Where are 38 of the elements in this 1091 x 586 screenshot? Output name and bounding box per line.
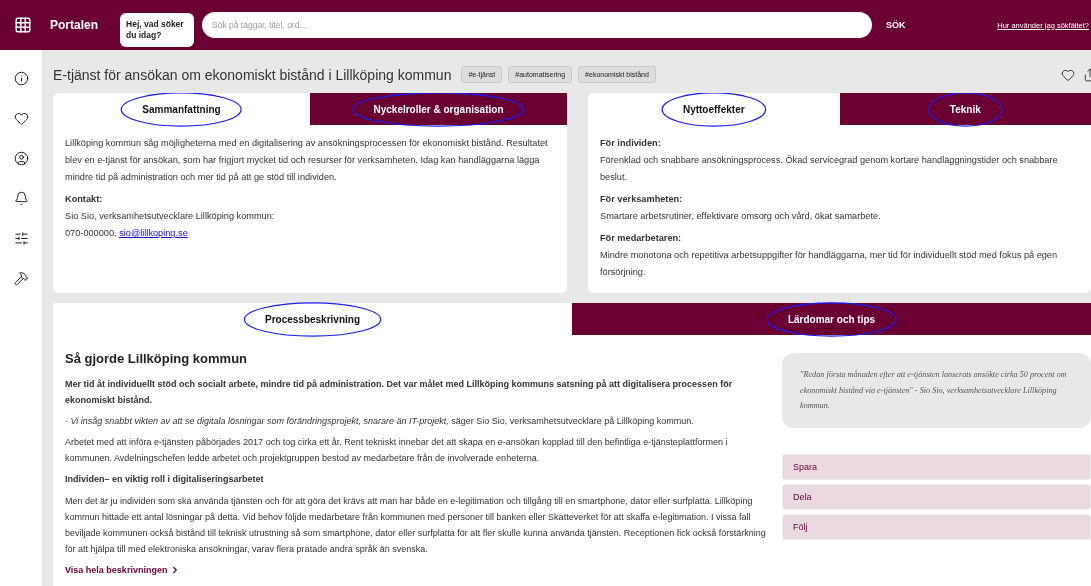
apps-grid-icon[interactable] — [14, 16, 32, 34]
summary-text: Lillköping kommun såg möjligheterna med en digitalisering av ansökningsprocessen för ekonomiskt bistånd. Resultatet blev en e-tjänst för ansökan, som har frigjort mycket tid och resurser för verksamheten. Idag kan handläggarna lägga mindre tid på administration och mer tid på att ge stöd till individen. — [65, 137, 549, 185]
action-button[interactable]: Spara — [782, 453, 1091, 480]
tab[interactable]: Nyckelroller & organisation — [310, 93, 567, 125]
tab[interactable]: Lärdomar och tips — [572, 303, 1091, 336]
action-button[interactable]: Dela — [782, 483, 1091, 510]
section-title: Så gjorde Lillköping kommun — [65, 350, 248, 369]
app-title[interactable]: Portalen — [50, 18, 98, 32]
paragraph: Arbetet med att införa e-tjänsten påbörjades 2017 och tog cirka ett år. Rent tekniskt innebar det att skapa en e-ansökan kopplad till den befintliga e-tjänsteplattformen i kommunen. Avdelningschefen ledde arbetet och projektgruppen bestod av medarbetare från de involverade enheterna. — [65, 436, 729, 466]
section-heading: För medarbetaren: — [600, 232, 683, 246]
heart-icon[interactable] — [1061, 67, 1075, 82]
section-heading: För verksamheten: — [600, 193, 684, 207]
show-more-link[interactable]: Visa hela beskrivningen — [65, 562, 181, 579]
greeting-bubble: Hej, vad söker du idag? — [120, 12, 194, 48]
paragraph: Men det är ju individen som ska använda tjänsten och för att göra det krävs att man har både en e-legitimation och tillgång till en smartphone, dator eller surfplatta. Lillköping kommun hittade ett antal lösningar på detta. Vid behov följde medarbetare från kommunen med personer till banken eller Skatteverket för att skaffa e-legitimation. I vissa fall beviljade kommunen också bistånd till teknisk utrustning så som smartphone, dator eller surfplatta för att fler skulle kunna använda tjänsten. Receptionen fick också förstärkning för att hjälpa till med elektroniska ansökningar, varav flera pratade andra språk än svenska. — [65, 494, 767, 557]
tab[interactable]: Teknik — [839, 93, 1091, 125]
heart-icon[interactable] — [13, 111, 29, 126]
info-icon[interactable] — [13, 71, 29, 86]
user-icon[interactable] — [13, 151, 29, 166]
section-text: Mindre monotona och repetitiva arbetsuppgifter för handläggarna, mer tid för individuellt stöd med fokus på egen försörjning. — [600, 249, 1059, 280]
search-button[interactable]: SÖK — [882, 16, 910, 34]
search-field[interactable]: Sök på taggar, titel, ord... — [202, 12, 872, 38]
contact-label: Kontakt: — [65, 193, 104, 207]
lead-text: Mer tid åt individuellt stöd och socialt arbete, mindre tid på administration. Det var målet med Lillköping kommuns satsning på att digitalisera processen för ekonomiskt bistånd. — [65, 377, 734, 407]
section-heading: För individen: — [600, 137, 662, 150]
contact-phone: 070-000000, — [65, 228, 117, 239]
pull-quote: "Redan första månaden efter att e-tjänsten lanserats ansökte cirka 50 procent om ekonomiskt bistånd via e-tjänsten" - Sio Sio, verksamhetsutvecklare Lillköping kommun. — [782, 353, 1091, 428]
quote-text: - Vi insåg snabbt vikten av att se digitala lösningar som förändringsprojekt, snarare än IT-projekt, säger Sio Sio, verksamhetsutvecklare på Lillköping kommun. — [65, 414, 695, 428]
section-text: Förenklad och snabbare ansökningsprocess. Ökad servicegrad genom kortare handläggningstider och snabbare beslut. — [600, 154, 1059, 185]
bell-icon[interactable] — [13, 191, 29, 206]
section-text: Smartare arbetsrutiner, effektivare omsorg och vård, ökat samarbete. — [600, 210, 882, 224]
sliders-icon[interactable] — [13, 231, 29, 246]
page-title: E-tjänst för ansökan om ekonomiskt bistånd i Lillköping kommun — [53, 66, 452, 83]
email-link[interactable]: sio@lillkoping.se — [119, 228, 188, 239]
contact-person: Sio Sio, verksamhetsutvecklare Lillköping kommun: — [65, 210, 276, 224]
action-button[interactable]: Följ — [782, 513, 1091, 540]
subheading: Individen– en viktig roll i digitaliseringsarbetet — [65, 473, 265, 487]
hammer-icon[interactable] — [13, 271, 29, 286]
